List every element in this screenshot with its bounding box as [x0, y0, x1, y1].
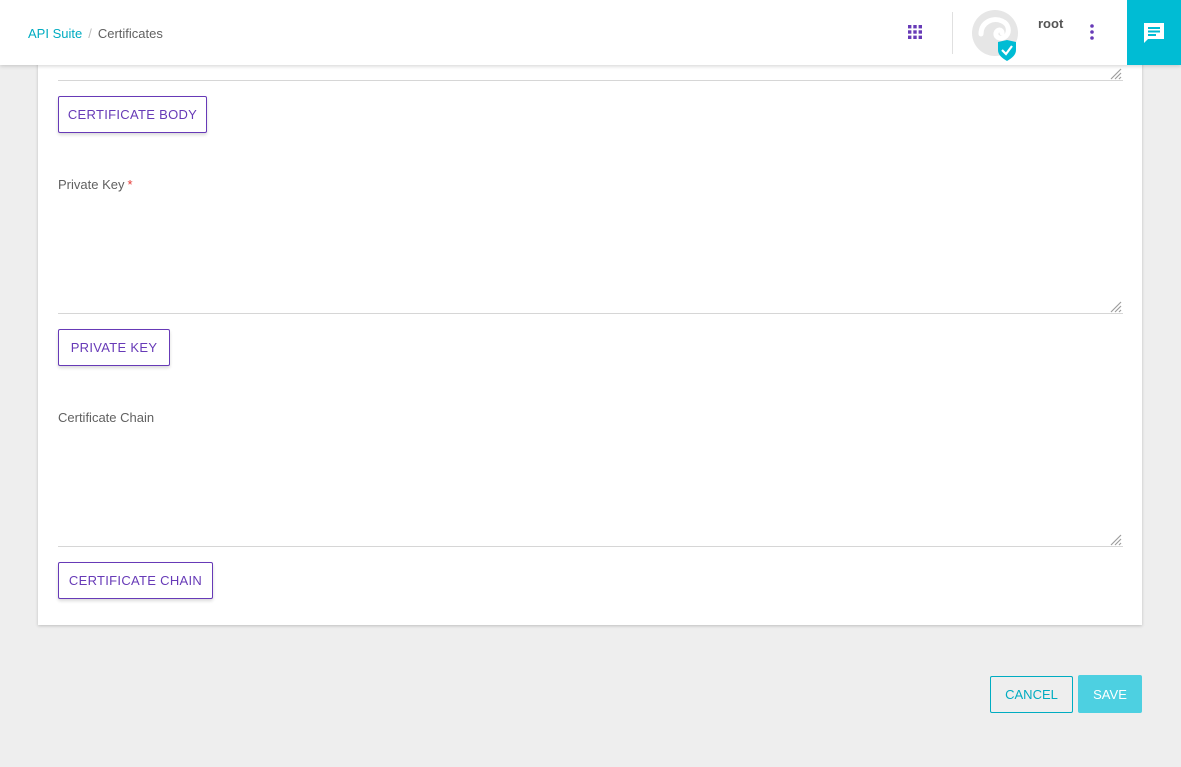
- required-marker: *: [127, 177, 133, 192]
- username[interactable]: root: [1038, 16, 1063, 31]
- resize-handle-icon[interactable]: [1108, 66, 1122, 80]
- breadcrumb-api-suite-link[interactable]: API Suite: [28, 26, 82, 41]
- certificate-chain-label: Certificate Chain: [58, 410, 155, 425]
- private-key-label-text: Private Key: [58, 177, 125, 192]
- certificate-chain-button[interactable]: CERTIFICATE CHAIN: [58, 562, 213, 599]
- chat-message-icon: [1144, 23, 1164, 43]
- certificate-chain-textarea-underline: [58, 546, 1123, 547]
- breadcrumb-separator: /: [88, 26, 92, 41]
- resize-handle-icon[interactable]: [1108, 299, 1122, 313]
- certificate-body-textarea-underline[interactable]: [58, 80, 1123, 81]
- chat-button[interactable]: [1127, 0, 1181, 65]
- certificate-form-card: CERTIFICATE BODY Private Key * PRIVATE KE…: [38, 40, 1142, 625]
- private-key-button[interactable]: PRIVATE KEY: [58, 329, 170, 366]
- apps-grid-icon[interactable]: [908, 25, 922, 39]
- cancel-button[interactable]: CANCEL: [990, 676, 1073, 713]
- avatar[interactable]: [971, 10, 1027, 62]
- certificate-chain-textarea[interactable]: [58, 433, 1123, 545]
- breadcrumb: API Suite / Certificates: [28, 26, 163, 41]
- resize-handle-icon[interactable]: [1108, 532, 1122, 546]
- private-key-textarea[interactable]: [58, 200, 1123, 312]
- verified-shield-icon: [998, 40, 1016, 61]
- top-bar: API Suite / Certificates root: [0, 0, 1181, 65]
- save-button[interactable]: SAVE: [1078, 675, 1142, 713]
- private-key-textarea-underline: [58, 313, 1123, 314]
- certificate-body-button[interactable]: CERTIFICATE BODY: [58, 96, 207, 133]
- private-key-label: Private Key *: [58, 177, 133, 192]
- header-divider: [952, 12, 953, 54]
- breadcrumb-current: Certificates: [97, 26, 163, 41]
- more-vertical-icon[interactable]: [1086, 23, 1098, 41]
